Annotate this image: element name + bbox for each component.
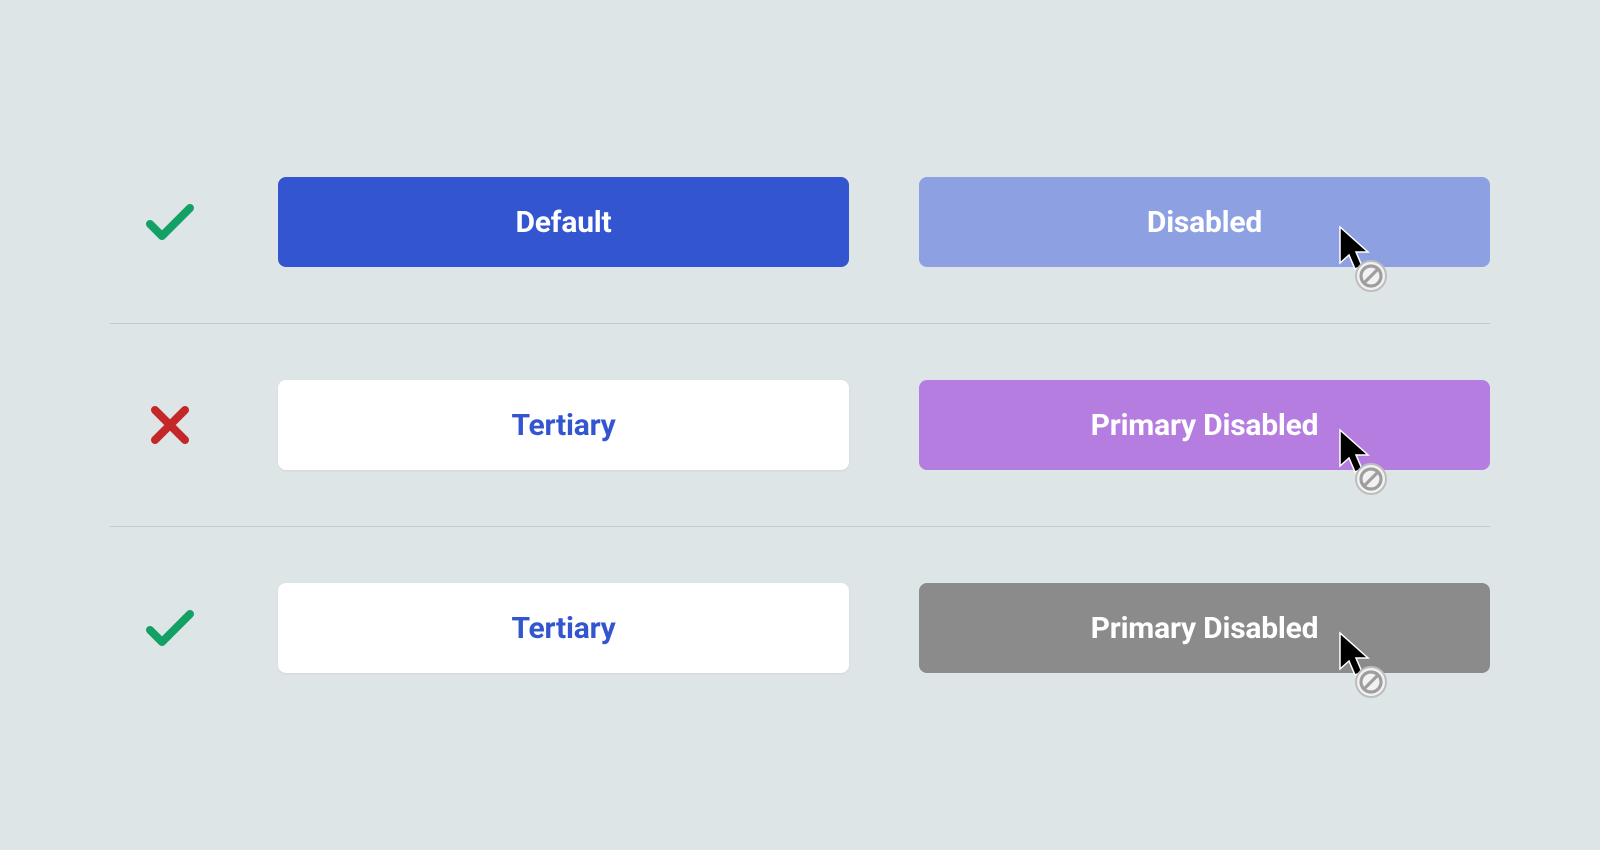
check-icon [146,608,194,648]
button-pair: Tertiary Primary Disabled [278,380,1490,470]
status-dont [110,405,230,445]
button-label: Tertiary [511,408,615,443]
example-row-3: Tertiary Primary Disabled [110,527,1490,729]
button-pair: Tertiary Primary Disabled [278,583,1490,673]
design-guidance-examples: Default Disabled [110,121,1490,729]
not-allowed-cursor-icon [1338,428,1390,496]
status-do [110,202,230,242]
example-row-2: Tertiary Primary Disabled [110,324,1490,526]
primary-disabled-button: Primary Disabled [919,583,1490,673]
button-label: Tertiary [511,611,615,646]
button-label: Primary Disabled [1091,611,1319,646]
tertiary-button[interactable]: Tertiary [278,380,849,470]
example-row-1: Default Disabled [110,121,1490,323]
status-do [110,608,230,648]
button-pair: Default Disabled [278,177,1490,267]
primary-disabled-button: Primary Disabled [919,380,1490,470]
disabled-button: Disabled [919,177,1490,267]
x-icon [150,405,190,445]
button-label: Disabled [1147,205,1262,240]
tertiary-button[interactable]: Tertiary [278,583,849,673]
not-allowed-cursor-icon [1338,225,1390,293]
check-icon [146,202,194,242]
button-label: Primary Disabled [1091,408,1319,443]
button-label: Default [516,205,612,240]
default-button[interactable]: Default [278,177,849,267]
not-allowed-cursor-icon [1338,631,1390,699]
